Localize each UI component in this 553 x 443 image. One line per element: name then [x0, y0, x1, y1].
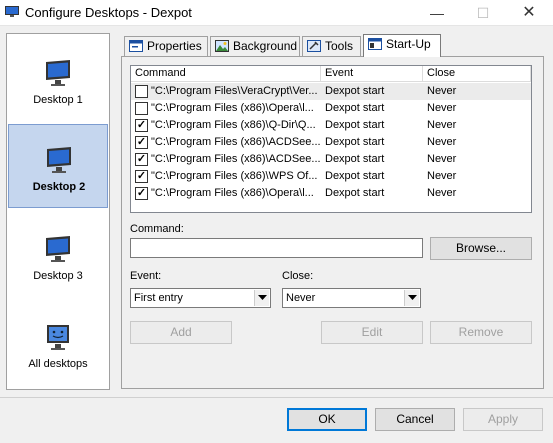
row-command: "C:\Program Files (x86)\Opera\l... — [151, 187, 314, 199]
tab-background[interactable]: Background — [210, 36, 300, 56]
window-title: Configure Desktops - Dexpot — [25, 5, 192, 20]
row-close: Never — [427, 102, 457, 114]
startup-list[interactable]: Command Event Close "C:\Program Files\Ve… — [130, 65, 532, 213]
browse-button[interactable]: Browse... — [430, 237, 532, 260]
tab-tools[interactable]: Tools — [302, 36, 361, 56]
row-command: "C:\Program Files (x86)\Opera\l... — [151, 102, 314, 114]
row-command: "C:\Program Files\VeraCrypt\Ver... — [151, 85, 318, 97]
table-row[interactable]: ✓ "C:\Program Files (x86)\ACDSee... Dexp… — [131, 134, 531, 151]
row-close: Never — [427, 136, 457, 148]
tab-label: Background — [233, 39, 298, 53]
title-bar: Configure Desktops - Dexpot — ☐ ✕ — [0, 0, 553, 26]
row-checkbox[interactable]: ✓ — [135, 187, 148, 200]
startup-icon — [368, 38, 382, 50]
remove-button[interactable]: Remove — [430, 321, 532, 344]
close-select[interactable]: Never — [282, 288, 421, 308]
monitor-icon — [46, 236, 70, 262]
row-close: Never — [427, 170, 457, 182]
row-checkbox[interactable]: ✓ — [135, 119, 148, 132]
monitor-smiley-icon — [47, 325, 69, 350]
tab-startup[interactable]: Start-Up — [363, 34, 441, 57]
close-label: Close: — [282, 270, 314, 282]
tab-properties[interactable]: Properties — [124, 36, 208, 56]
monitor-icon — [46, 60, 70, 86]
desktop-item-3[interactable]: Desktop 3 — [8, 214, 108, 298]
command-label: Command: — [130, 223, 184, 235]
desktop-label: Desktop 1 — [33, 94, 83, 106]
app-monitor-icon — [5, 6, 19, 17]
monitor-icon — [47, 147, 71, 173]
desktop-item-2[interactable]: Desktop 2 — [8, 124, 108, 208]
row-event: Dexpot start — [325, 170, 385, 182]
footer-divider — [0, 397, 553, 398]
column-header-event[interactable]: Event — [321, 66, 423, 82]
table-row[interactable]: "C:\Program Files\VeraCrypt\Ver... Dexpo… — [131, 83, 531, 100]
row-checkbox[interactable]: ✓ — [135, 170, 148, 183]
chevron-down-icon — [254, 290, 269, 306]
desktop-item-all[interactable]: All desktops — [8, 302, 108, 386]
maximize-button[interactable]: ☐ — [460, 0, 506, 26]
tools-icon — [307, 40, 321, 52]
tab-label: Tools — [325, 39, 354, 53]
row-checkbox[interactable] — [135, 85, 148, 98]
desktop-list: Desktop 1 Desktop 2 Desktop 3 All deskto… — [6, 33, 110, 390]
column-header-close[interactable]: Close — [423, 66, 531, 82]
desktop-item-1[interactable]: Desktop 1 — [8, 38, 108, 122]
table-row[interactable]: ✓ "C:\Program Files (x86)\ACDSee... Dexp… — [131, 151, 531, 168]
table-row[interactable]: ✓ "C:\Program Files (x86)\Q-Dir\Q... Dex… — [131, 117, 531, 134]
close-select-value: Never — [286, 292, 316, 304]
table-row[interactable]: ✓ "C:\Program Files (x86)\Opera\l... Dex… — [131, 185, 531, 202]
close-button[interactable]: ✕ — [506, 0, 552, 26]
list-header: Command Event Close — [131, 66, 531, 82]
row-close: Never — [427, 119, 457, 131]
row-event: Dexpot start — [325, 187, 385, 199]
column-header-command[interactable]: Command — [131, 66, 321, 82]
row-event: Dexpot start — [325, 153, 385, 165]
background-icon — [215, 40, 229, 52]
desktop-label: Desktop 2 — [32, 181, 86, 193]
add-button[interactable]: Add — [130, 321, 232, 344]
event-select-value: First entry — [134, 292, 183, 304]
properties-icon — [129, 40, 143, 52]
desktop-label: Desktop 3 — [33, 270, 83, 282]
row-command: "C:\Program Files (x86)\Q-Dir\Q... — [151, 119, 316, 131]
apply-button[interactable]: Apply — [463, 408, 543, 431]
tab-label: Properties — [147, 39, 202, 53]
row-event: Dexpot start — [325, 102, 385, 114]
table-row[interactable]: "C:\Program Files (x86)\Opera\l... Dexpo… — [131, 100, 531, 117]
edit-button[interactable]: Edit — [321, 321, 423, 344]
row-command: "C:\Program Files (x86)\ACDSee... — [151, 153, 321, 165]
tab-label: Start-Up — [386, 37, 431, 51]
event-select[interactable]: First entry — [130, 288, 271, 308]
minimize-button[interactable]: — — [414, 0, 460, 26]
row-checkbox[interactable]: ✓ — [135, 153, 148, 166]
row-close: Never — [427, 85, 457, 97]
cancel-button[interactable]: Cancel — [375, 408, 455, 431]
desktop-label: All desktops — [28, 358, 88, 370]
row-command: "C:\Program Files (x86)\WPS Of... — [151, 170, 318, 182]
chevron-down-icon — [404, 290, 419, 306]
startup-panel: Command Event Close "C:\Program Files\Ve… — [121, 56, 544, 389]
row-checkbox[interactable]: ✓ — [135, 136, 148, 149]
row-close: Never — [427, 153, 457, 165]
table-row[interactable]: ✓ "C:\Program Files (x86)\WPS Of... Dexp… — [131, 168, 531, 185]
row-event: Dexpot start — [325, 85, 385, 97]
row-command: "C:\Program Files (x86)\ACDSee... — [151, 136, 321, 148]
row-event: Dexpot start — [325, 136, 385, 148]
row-event: Dexpot start — [325, 119, 385, 131]
row-close: Never — [427, 187, 457, 199]
ok-button[interactable]: OK — [287, 408, 367, 431]
command-input[interactable] — [130, 238, 423, 258]
row-checkbox[interactable] — [135, 102, 148, 115]
event-label: Event: — [130, 270, 162, 282]
